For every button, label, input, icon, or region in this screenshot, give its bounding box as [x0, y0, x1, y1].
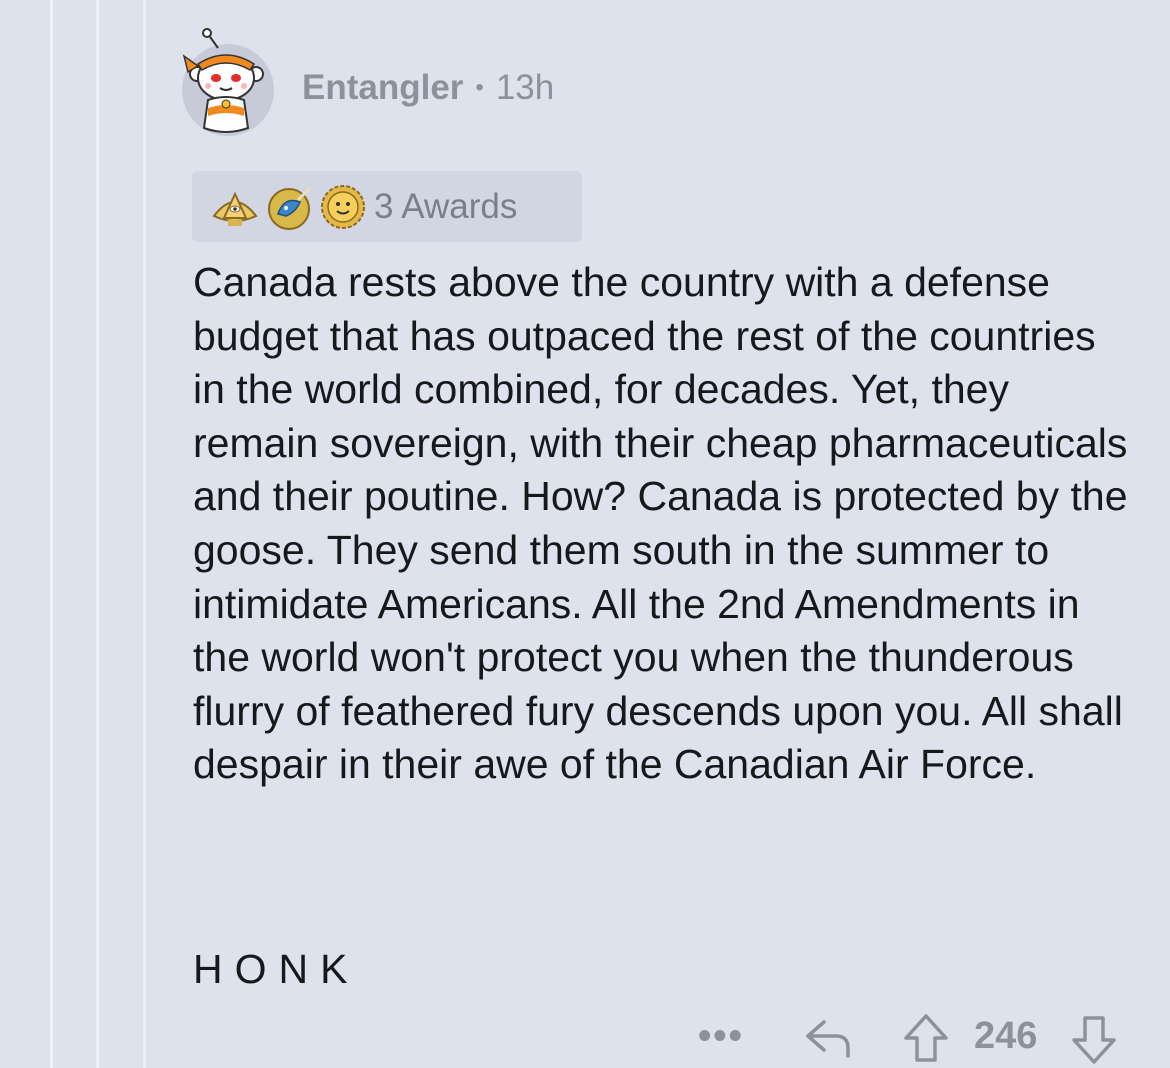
thread-line[interactable] [143, 0, 146, 1068]
narwhal-award-icon [268, 186, 312, 230]
user-avatar[interactable] [178, 28, 278, 136]
reply-icon[interactable] [802, 1014, 854, 1062]
awards-count: 3 Awards [374, 186, 518, 226]
timestamp: 13h [495, 68, 555, 107]
thread-line[interactable] [96, 0, 99, 1068]
awards-button[interactable]: 3 Awards [192, 171, 582, 242]
comment-header: Entangler • 13h [302, 62, 554, 114]
upvote-icon[interactable] [902, 1012, 950, 1064]
vote-score: 246 [974, 1015, 1038, 1057]
comment-view: Entangler • 13h 3 Awards Canada rests ab… [0, 0, 1170, 1068]
separator-dot: • [475, 74, 484, 101]
comment-actions: ••• 246 [690, 1008, 1130, 1068]
illuminati-award-icon [212, 191, 258, 226]
comment-body: Canada rests above the country with a de… [193, 259, 1128, 788]
username[interactable]: Entangler [302, 68, 463, 108]
thread-line[interactable] [50, 0, 53, 1068]
comment-signoff: HONK [193, 946, 360, 992]
more-options-button[interactable]: ••• [698, 1008, 744, 1064]
wholesome-award-icon [321, 184, 365, 229]
downvote-icon[interactable] [1070, 1014, 1118, 1066]
